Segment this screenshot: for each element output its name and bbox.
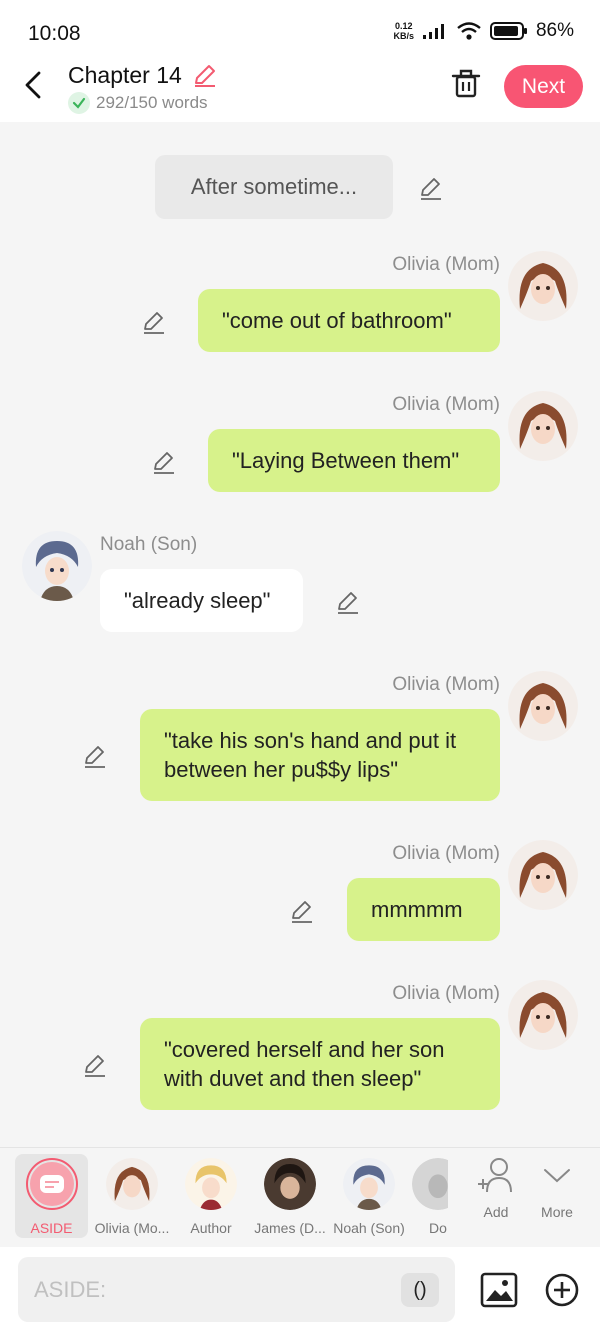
edit-pencil-icon[interactable] — [289, 898, 315, 924]
character-label: Author — [190, 1220, 232, 1236]
back-button[interactable] — [18, 68, 52, 102]
wifi-icon — [457, 22, 481, 40]
more-label: More — [541, 1204, 573, 1220]
network-speed: 0.12 KB/s — [393, 21, 414, 41]
speaker-name: Olivia (Mom) — [392, 674, 500, 695]
message-bubble[interactable]: "come out of bathroom" — [198, 289, 500, 352]
speaker-name: Noah (Son) — [100, 534, 198, 555]
character-james[interactable]: James (D... — [250, 1154, 330, 1240]
character-label: Do — [429, 1220, 447, 1236]
aside-input[interactable] — [34, 1257, 394, 1322]
more-button[interactable]: More — [517, 1154, 597, 1240]
word-count: 292/150 words — [68, 92, 208, 114]
avatar-olivia — [508, 840, 578, 910]
character-author[interactable]: Author — [171, 1154, 251, 1240]
character-avatar — [185, 1158, 237, 1210]
edit-pencil-icon[interactable] — [141, 309, 167, 335]
add-person-icon — [478, 1158, 512, 1193]
trash-icon[interactable] — [449, 66, 483, 100]
character-aside[interactable]: ASIDE — [15, 1154, 88, 1238]
message-bubble[interactable]: mmmmm — [347, 878, 500, 941]
character-avatar — [106, 1158, 158, 1210]
add-label: Add — [483, 1204, 509, 1220]
page-title: Chapter 14 — [68, 62, 182, 88]
character-label: Olivia (Mo... — [94, 1220, 170, 1236]
speaker-name: Olivia (Mom) — [392, 394, 500, 415]
avatar-olivia — [508, 391, 578, 461]
status-time: 10:08 — [28, 22, 81, 45]
battery-icon — [489, 22, 527, 40]
character-noah[interactable]: Noah (Son) — [329, 1154, 409, 1240]
message-bubble[interactable]: "Laying Between them" — [208, 429, 500, 492]
edit-pencil-icon[interactable] — [335, 589, 361, 615]
image-icon[interactable] — [480, 1272, 518, 1308]
status-bar: 10:08 0.12 KB/s 86% — [0, 0, 600, 60]
battery-percent: 86% — [535, 20, 574, 41]
character-partial[interactable]: Do — [408, 1154, 448, 1240]
parentheses-button[interactable]: () — [401, 1273, 439, 1307]
character-avatar — [264, 1158, 316, 1210]
aside-icon — [25, 1158, 78, 1210]
avatar-noah — [22, 531, 92, 601]
avatar-olivia — [508, 671, 578, 741]
chevron-down-icon — [544, 1169, 570, 1183]
input-bar: () — [0, 1247, 600, 1333]
word-count-text: 292/150 words — [96, 93, 208, 112]
message-bubble[interactable]: "already sleep" — [100, 569, 303, 632]
character-olivia[interactable]: Olivia (Mo... — [92, 1154, 172, 1240]
speaker-name: Olivia (Mom) — [392, 983, 500, 1004]
avatar-olivia — [508, 980, 578, 1050]
character-label: ASIDE — [30, 1220, 73, 1236]
aside-message[interactable]: After sometime... — [155, 155, 393, 219]
message-bubble[interactable]: "covered herself and her son with duvet … — [140, 1018, 500, 1110]
character-label: Noah (Son) — [333, 1220, 405, 1236]
message-bubble[interactable]: "take his son's hand and put it between … — [140, 709, 500, 801]
edit-pencil-icon[interactable] — [151, 449, 177, 475]
avatar-olivia — [508, 251, 578, 321]
edit-pencil-icon[interactable] — [418, 175, 444, 201]
status-icons: 0.12 KB/s 86% — [393, 20, 574, 42]
speaker-name: Olivia (Mom) — [392, 843, 500, 864]
character-avatar — [343, 1158, 395, 1210]
edit-pencil-icon[interactable] — [82, 1052, 108, 1078]
aside-input-container: () — [18, 1257, 455, 1322]
speaker-name: Olivia (Mom) — [392, 254, 500, 275]
add-circle-icon[interactable] — [544, 1272, 580, 1308]
check-icon — [68, 92, 90, 114]
header: Chapter 14 292/150 words Next — [0, 60, 600, 122]
character-avatar — [412, 1158, 448, 1210]
edit-pencil-icon[interactable] — [82, 743, 108, 769]
next-button[interactable]: Next — [504, 65, 583, 108]
signal-icon — [422, 24, 444, 39]
edit-title-icon[interactable] — [192, 62, 218, 88]
character-label: James (D... — [254, 1220, 326, 1236]
character-selector: ASIDE Olivia (Mo... Author James (D... N… — [0, 1147, 600, 1247]
